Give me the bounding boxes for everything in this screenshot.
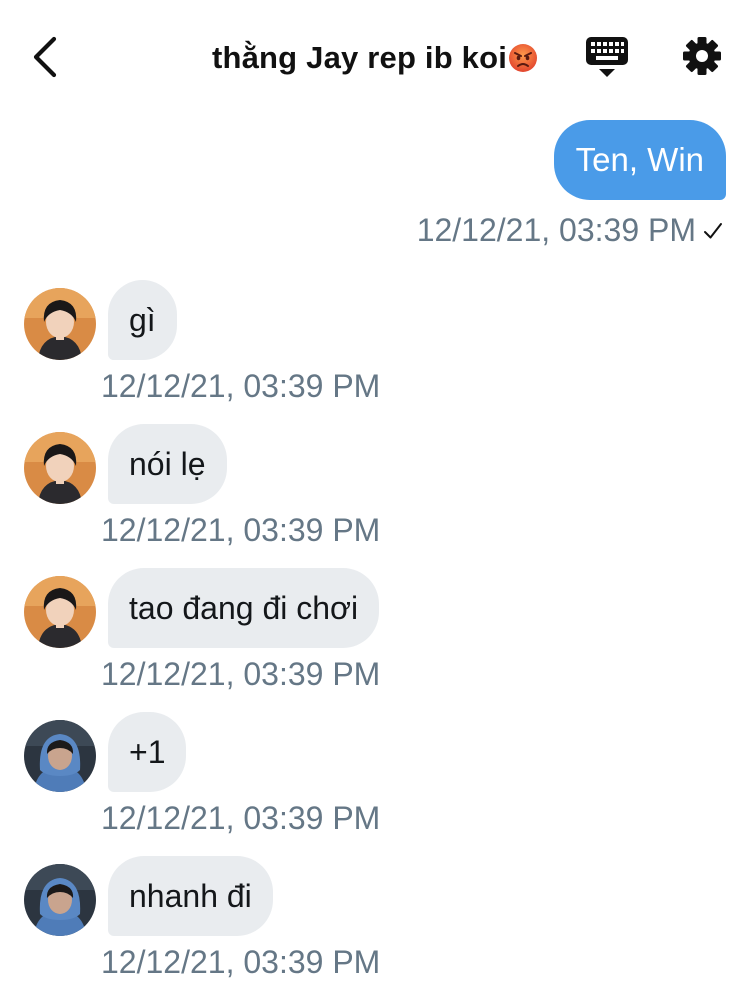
conversation-title-text: thằng Jay rep ib koi: [211, 40, 508, 75]
sent-message-timestamp: 12/12/21, 03:39 PM: [416, 212, 696, 248]
sent-message-bubble[interactable]: Ten, Win: [553, 120, 726, 200]
message-bubble[interactable]: nhanh đi: [108, 856, 273, 936]
received-message: gì 12/12/21, 03:39 PM: [0, 280, 750, 420]
message-timestamp: 12/12/21, 03:39 PM: [101, 800, 381, 836]
message-timestamp: 12/12/21, 03:39 PM: [101, 368, 381, 404]
message-bubble[interactable]: +1: [108, 712, 187, 792]
settings-button[interactable]: [680, 34, 724, 78]
received-message: +1 12/12/21, 03:39 PM: [0, 712, 750, 852]
avatar-jay[interactable]: [24, 432, 96, 504]
message-bubble[interactable]: gì: [108, 280, 177, 360]
received-message: nhanh đi 12/12/21, 03:39 PM: [0, 856, 750, 996]
message-bubble[interactable]: nói lẹ: [108, 424, 227, 504]
avatar-hood[interactable]: [24, 864, 96, 936]
checkmark-icon: [702, 209, 724, 239]
avatar-jay[interactable]: [24, 288, 96, 360]
sent-message-meta: 12/12/21, 03:39 PM: [417, 208, 724, 252]
keyboard-icon: [586, 37, 628, 77]
gear-icon: [683, 37, 721, 75]
angry-face-icon: [508, 43, 538, 73]
avatar-jay[interactable]: [24, 576, 96, 648]
message-bubble[interactable]: tao đang đi chơi: [108, 568, 380, 648]
message-timestamp: 12/12/21, 03:39 PM: [101, 512, 381, 548]
keyboard-button[interactable]: [585, 34, 629, 80]
message-timestamp: 12/12/21, 03:39 PM: [101, 656, 381, 692]
received-message: nói lẹ 12/12/21, 03:39 PM: [0, 424, 750, 564]
conversation-title: thằng Jay rep ib koi: [0, 40, 750, 76]
received-message: tao đang đi chơi 12/12/21, 03:39 PM: [0, 568, 750, 708]
chat-header: thằng Jay rep ib koi: [0, 0, 750, 115]
message-timestamp: 12/12/21, 03:39 PM: [101, 944, 381, 980]
avatar-hood[interactable]: [24, 720, 96, 792]
